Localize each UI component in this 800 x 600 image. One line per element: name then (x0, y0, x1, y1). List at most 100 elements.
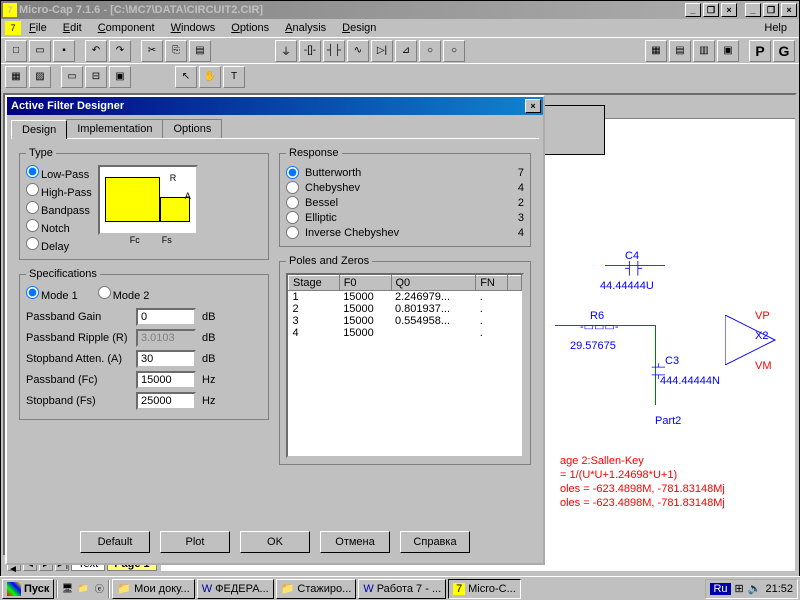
radio-bandpass[interactable]: Bandpass (26, 201, 92, 217)
tb-undo[interactable]: ↶ (85, 40, 107, 62)
tb-comp5[interactable]: ▷| (371, 40, 393, 62)
menu-design[interactable]: Design (334, 22, 384, 34)
tb-win4[interactable]: ▣ (717, 40, 739, 62)
tray-icon2[interactable]: 🔊 (748, 582, 762, 595)
tb-cut[interactable]: ✂ (141, 40, 163, 62)
tb-t3[interactable]: ▭ (61, 66, 83, 88)
spec-input-4[interactable] (136, 392, 196, 410)
radio-resp-4[interactable]: Inverse Chebyshev (286, 226, 399, 239)
tb-copy[interactable]: ⎘ (165, 40, 187, 62)
label-c3v: 444.44444N (660, 375, 720, 387)
task-3[interactable]: 📁Стажиро... (276, 579, 357, 599)
tab-implementation[interactable]: Implementation (66, 119, 163, 138)
table-row[interactable]: 1150002.246979.... (289, 291, 522, 304)
label-vp: VP (755, 310, 770, 322)
radio-resp-1[interactable]: Chebyshev (286, 181, 360, 194)
btn-cancel[interactable]: Отмена (320, 531, 390, 553)
circ-line2: = 1/(U*U+1.24698*U+1) (560, 469, 677, 481)
table-row[interactable]: 2150000.801937.... (289, 303, 522, 315)
tb-comp1[interactable]: ⏚ (275, 40, 297, 62)
dialog-titlebar[interactable]: Active Filter Designer × (7, 97, 543, 115)
task-4[interactable]: WРабота 7 - ... (358, 579, 446, 599)
btn-default[interactable]: Default (80, 531, 150, 553)
radio-mode2[interactable]: Mode 2 (98, 286, 150, 302)
label-c4v: 44.44444U (600, 280, 654, 292)
tb-new[interactable]: □ (5, 40, 27, 62)
tb-comp7[interactable]: ○ (419, 40, 441, 62)
tab-options[interactable]: Options (162, 119, 222, 138)
tb-comp6[interactable]: ⊿ (395, 40, 417, 62)
tb-win3[interactable]: ▥ (693, 40, 715, 62)
pz-table[interactable]: Stage F0 Q0 FN 1150002.246979....2150000… (286, 273, 524, 458)
label-part2: Part2 (655, 415, 681, 427)
minimize-button[interactable]: _ (745, 3, 761, 17)
btn-plot[interactable]: Plot (160, 531, 230, 553)
tray-icon1[interactable]: ⊞ (735, 582, 744, 595)
spec-input-3[interactable] (136, 371, 196, 389)
ql-1[interactable]: 🖥 (60, 582, 74, 596)
radio-resp-0[interactable]: Butterworth (286, 166, 361, 179)
close-button[interactable]: × (781, 3, 797, 17)
tb-open[interactable]: ▭ (29, 40, 51, 62)
menu-options[interactable]: Options (223, 22, 277, 34)
tb-text[interactable]: T (223, 66, 245, 88)
label-r6v: 29.57675 (570, 340, 616, 352)
menu-edit[interactable]: Edit (55, 22, 90, 34)
radio-highpass[interactable]: High-Pass (26, 183, 92, 199)
tb-redo[interactable]: ↷ (109, 40, 131, 62)
group-pz: Poles and Zeros Stage F0 Q0 FN 1150002.2… (279, 255, 531, 465)
child-restore-button[interactable]: ❐ (703, 3, 719, 17)
table-row[interactable]: 415000. (289, 327, 522, 339)
dialog-close-button[interactable]: × (525, 99, 541, 113)
tb-comp8[interactable]: ○ (443, 40, 465, 62)
tb-arrow[interactable]: ↖ (175, 66, 197, 88)
label-c3: C3 (665, 355, 679, 367)
spec-input-1[interactable] (136, 329, 196, 347)
radio-resp-2[interactable]: Bessel (286, 196, 338, 209)
ql-2[interactable]: 📁 (76, 582, 90, 596)
tb-comp3[interactable]: ┤├ (323, 40, 345, 62)
tb-win2[interactable]: ▤ (669, 40, 691, 62)
tb-comp4[interactable]: ∿ (347, 40, 369, 62)
tb-comp2[interactable]: -[]- (299, 40, 321, 62)
restore-button[interactable]: ❐ (763, 3, 779, 17)
ql-3[interactable]: ⓔ (92, 582, 106, 596)
table-row[interactable]: 3150000.554958.... (289, 315, 522, 327)
child-minimize-button[interactable]: _ (685, 3, 701, 17)
spec-input-2[interactable] (136, 350, 196, 368)
tb-paste[interactable]: ▤ (189, 40, 211, 62)
btn-help[interactable]: Справка (400, 531, 470, 553)
tb-t1[interactable]: ▦ (5, 66, 27, 88)
radio-resp-3[interactable]: Elliptic (286, 211, 337, 224)
tb-G[interactable]: G (773, 40, 795, 62)
tb-P[interactable]: P (749, 40, 771, 62)
task-5[interactable]: 7Micro-C... (448, 579, 521, 599)
radio-mode1[interactable]: Mode 1 (26, 286, 78, 302)
tb-win1[interactable]: ▦ (645, 40, 667, 62)
circ-line4: oles = -623.4898M, -781.83148Mj (560, 497, 725, 509)
task-1[interactable]: 📁Мои доку... (112, 579, 194, 599)
radio-delay[interactable]: Delay (26, 237, 92, 253)
btn-ok[interactable]: OK (240, 531, 310, 553)
tabpage-design: Type Low-Pass High-Pass Bandpass Notch D… (11, 138, 539, 518)
tb-save[interactable]: ▪ (53, 40, 75, 62)
group-response: Response Butterworth7Chebyshev4Bessel2El… (279, 147, 531, 247)
child-close-button[interactable]: × (721, 3, 737, 17)
radio-notch[interactable]: Notch (26, 219, 92, 235)
tb-hand[interactable]: ✋ (199, 66, 221, 88)
tray-clock[interactable]: 21:52 (765, 583, 793, 595)
tb-t2[interactable]: ▨ (29, 66, 51, 88)
menu-analysis[interactable]: Analysis (277, 22, 334, 34)
task-2[interactable]: WФЕДЕРА... (197, 579, 274, 599)
radio-lowpass[interactable]: Low-Pass (26, 165, 92, 181)
spec-input-0[interactable] (136, 308, 196, 326)
tab-design[interactable]: Design (11, 120, 67, 139)
lang-indicator[interactable]: Ru (710, 583, 730, 595)
tb-t4[interactable]: ⊟ (85, 66, 107, 88)
menu-component[interactable]: Component (90, 22, 163, 34)
start-button[interactable]: Пуск (2, 579, 54, 599)
menu-windows[interactable]: Windows (163, 22, 224, 34)
menu-help[interactable]: Help (756, 22, 795, 34)
menu-file[interactable]: File (21, 22, 55, 34)
tb-t5[interactable]: ▣ (109, 66, 131, 88)
